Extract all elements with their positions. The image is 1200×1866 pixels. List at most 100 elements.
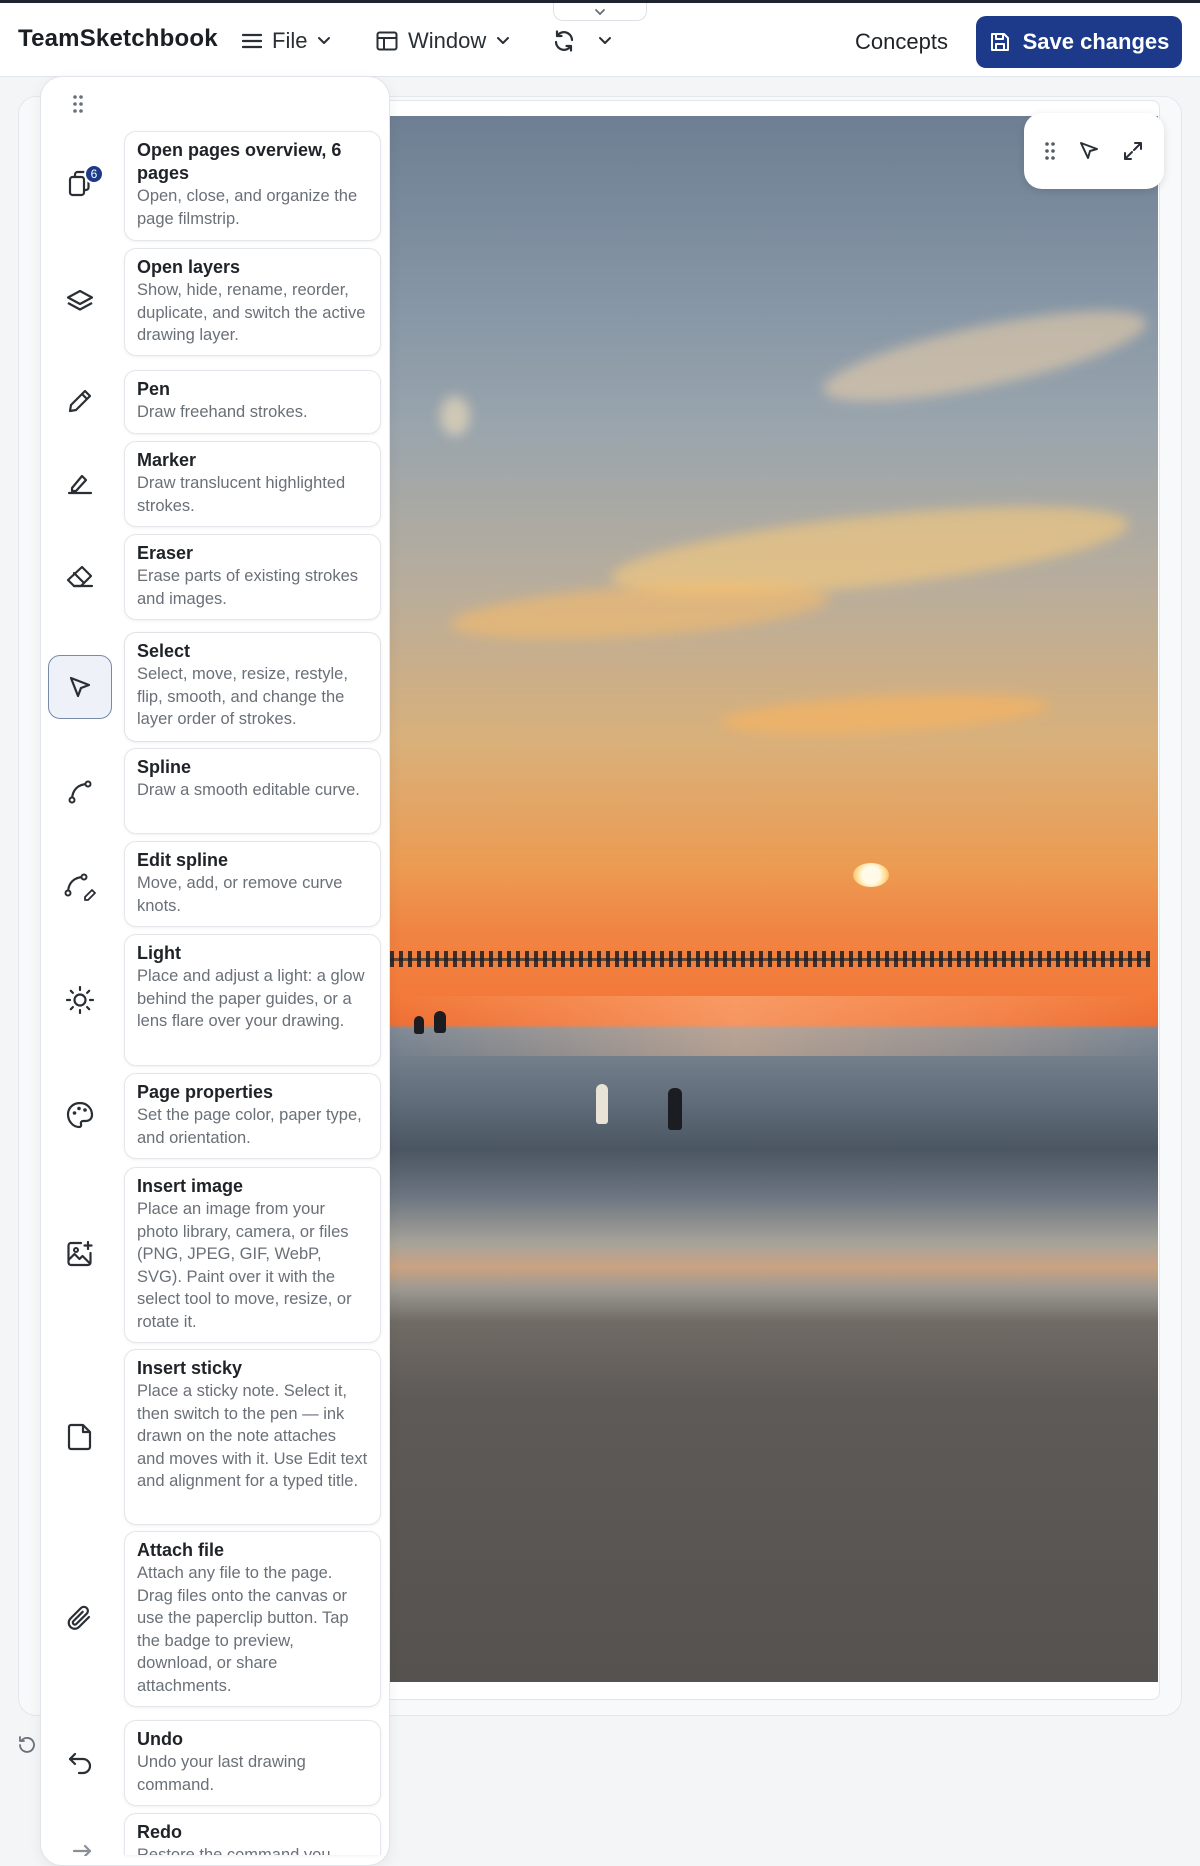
drag-handle-icon[interactable]	[1044, 141, 1056, 161]
tool-description: Set the page color, paper type, and orie…	[137, 1106, 362, 1147]
tool-description: Show, hide, rename, reorder, duplicate, …	[137, 281, 366, 345]
chevron-down-icon	[497, 37, 510, 44]
sticky-note-icon	[67, 1423, 92, 1451]
file-menu-button[interactable]: File	[242, 21, 331, 61]
tooltip-insert-image: Insert image Place an image from your ph…	[124, 1167, 381, 1343]
window-layout-icon	[376, 31, 398, 51]
window-menu-button[interactable]: Window	[376, 21, 510, 61]
tool-description: Draw a smooth editable curve.	[137, 781, 360, 799]
tool-title: Edit spline	[137, 850, 229, 870]
tool-title: Select	[137, 641, 191, 661]
redo-button[interactable]	[48, 1828, 112, 1856]
tooltip-insert-sticky: Insert sticky Place a sticky note. Selec…	[124, 1349, 381, 1525]
layers-button[interactable]	[48, 270, 112, 334]
concepts-link[interactable]: Concepts	[855, 29, 948, 55]
tool-description: Erase parts of existing strokes and imag…	[137, 567, 359, 608]
tool-title: Insert sticky	[137, 1358, 243, 1378]
tool-description: Draw translucent highlighted strokes.	[137, 474, 346, 515]
tool-title: Open pages overview, 6 pages	[137, 140, 342, 183]
tool-title: Page properties	[137, 1082, 274, 1102]
spline-icon	[68, 780, 92, 804]
tool-title: Light	[137, 943, 181, 963]
reset-view-icon[interactable]	[16, 1734, 38, 1756]
tool-description: Open, close, and organize the page films…	[137, 187, 358, 228]
chevron-down-icon	[595, 8, 605, 15]
pen-tool-button[interactable]	[48, 369, 112, 433]
eraser-icon	[66, 565, 94, 588]
save-icon	[990, 33, 1009, 51]
undo-button[interactable]	[48, 1731, 112, 1795]
tool-description: Place an image from your photo library, …	[137, 1200, 352, 1331]
tool-description: Draw freehand strokes.	[137, 403, 308, 421]
image-floating-toolbar	[1024, 113, 1164, 189]
person-silhouette	[596, 1084, 608, 1124]
layers-icon	[66, 289, 94, 311]
chevron-down-icon	[599, 37, 611, 44]
tooltip-eraser: Eraser Erase parts of existing strokes a…	[124, 534, 381, 620]
spline-tool-button[interactable]	[48, 760, 112, 824]
select-icon	[69, 676, 91, 698]
paperclip-icon	[67, 1605, 91, 1630]
edit-spline-icon	[64, 873, 96, 901]
tool-description: Restore the command you	[137, 1846, 331, 1855]
tool-title: Redo	[137, 1822, 182, 1842]
cloud-shape	[440, 396, 470, 436]
inserted-sunset-beach-image[interactable]	[390, 116, 1158, 1682]
tool-description: Attach any file to the page. Drag files …	[137, 1564, 349, 1695]
pier-posts	[390, 951, 1150, 967]
tool-title: Undo	[137, 1729, 183, 1749]
drag-handle-icon[interactable]	[72, 94, 84, 114]
person-silhouette	[414, 1016, 424, 1034]
tool-title: Attach file	[137, 1540, 225, 1560]
tool-description: Place a sticky note. Select it, then swi…	[137, 1382, 368, 1491]
insert-sticky-button[interactable]	[48, 1405, 112, 1469]
tooltip-attach-file: Attach file Attach any file to the page.…	[124, 1531, 381, 1707]
header-collapse-tab[interactable]	[553, 3, 647, 21]
insert-image-button[interactable]	[48, 1222, 112, 1286]
tooltip-page-properties: Page properties Set the page color, pape…	[124, 1073, 381, 1159]
file-menu-label: File	[272, 28, 308, 53]
tool-description: Undo your last drawing command.	[137, 1753, 306, 1794]
palette-icon	[66, 1101, 94, 1129]
pointer-icon[interactable]	[1077, 139, 1101, 163]
tool-title: Pen	[137, 379, 171, 399]
undo-icon	[68, 1752, 92, 1775]
tool-description: Select, move, resize, restyle, flip, smo…	[137, 665, 348, 729]
marker-tool-button[interactable]	[48, 451, 112, 515]
pen-icon	[68, 389, 92, 413]
chevron-down-icon	[318, 37, 331, 44]
save-changes-label: Save changes	[1022, 29, 1170, 54]
tooltip-undo: Undo Undo your last drawing command.	[124, 1720, 381, 1806]
tool-description: Place and adjust a light: a glow behind …	[137, 967, 365, 1031]
water-reflection	[390, 996, 1158, 1056]
window-menu-label: Window	[408, 28, 487, 53]
expand-icon[interactable]	[1122, 140, 1144, 162]
tool-title: Eraser	[137, 543, 194, 563]
light-icon	[65, 985, 95, 1015]
light-tool-button[interactable]	[48, 968, 112, 1032]
redo-icon	[72, 1844, 92, 1856]
select-tool-button[interactable]	[48, 655, 112, 719]
cloud-shape	[719, 687, 1051, 741]
tooltip-layers: Open layers Show, hide, rename, reorder,…	[124, 248, 381, 356]
tooltip-edit-spline: Edit spline Move, add, or remove curve k…	[124, 841, 381, 927]
marker-icon	[67, 474, 93, 495]
edit-spline-tool-button[interactable]	[48, 855, 112, 919]
app-title: TeamSketchbook	[18, 25, 218, 52]
eraser-tool-button[interactable]	[48, 545, 112, 609]
tooltip-pen: Pen Draw freehand strokes.	[124, 370, 381, 434]
page-properties-button[interactable]	[48, 1083, 112, 1147]
tool-title: Marker	[137, 450, 197, 470]
page-count-badge: 6	[84, 164, 104, 184]
sync-icon	[554, 30, 574, 52]
tool-title: Spline	[137, 757, 192, 777]
attach-file-button[interactable]	[48, 1587, 112, 1651]
sun	[853, 863, 889, 887]
tooltip-light: Light Place and adjust a light: a glow b…	[124, 934, 381, 1066]
sync-button[interactable]	[552, 21, 612, 61]
hamburger-icon	[242, 33, 262, 49]
pages-overview-button[interactable]: 6	[48, 152, 112, 216]
save-changes-button[interactable]: Save changes	[976, 16, 1182, 68]
person-silhouette	[668, 1088, 682, 1130]
tooltip-spline: Spline Draw a smooth editable curve.	[124, 748, 381, 834]
